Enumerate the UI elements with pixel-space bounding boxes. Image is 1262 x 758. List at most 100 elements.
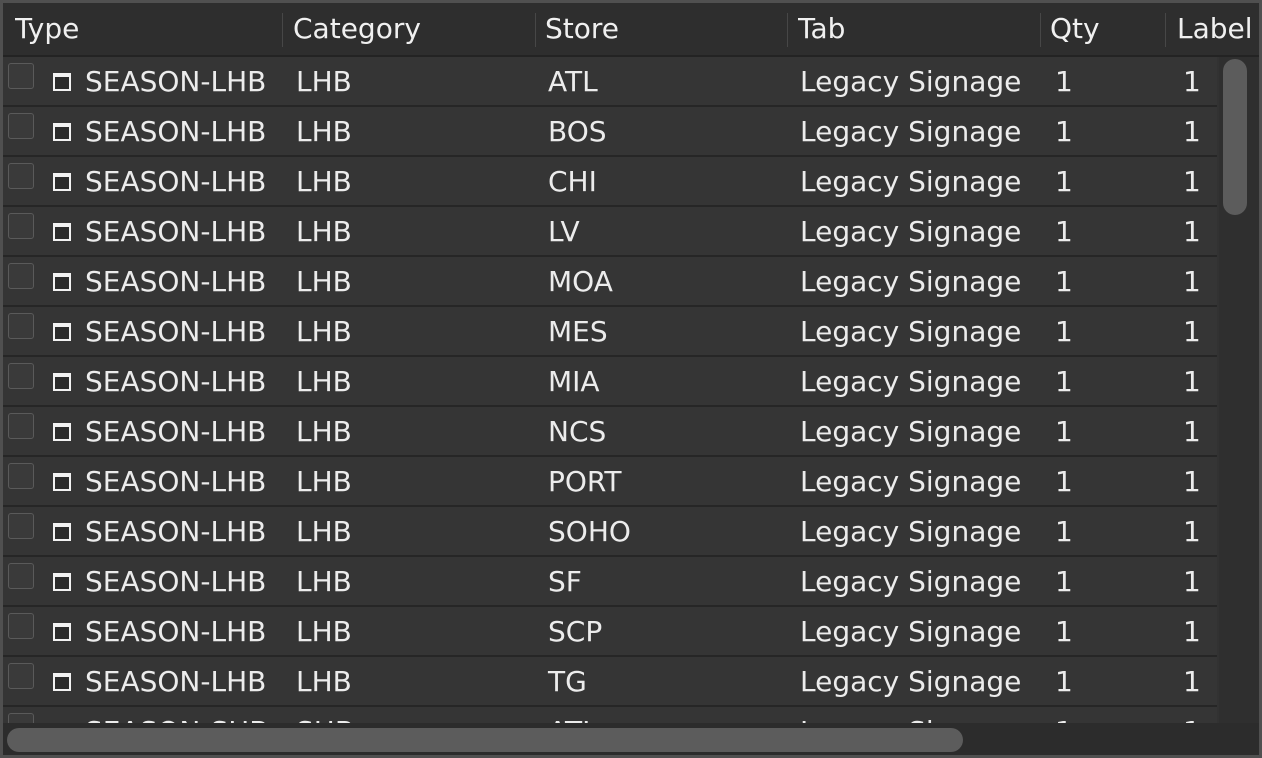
table-row[interactable]: SEASON-LHB LHB MES Legacy Signage 1 1	[3, 307, 1217, 357]
checkbox-icon[interactable]	[8, 563, 34, 589]
checkbox-icon[interactable]	[8, 213, 34, 239]
window-icon	[53, 373, 71, 391]
window-icon	[53, 73, 71, 91]
column-divider[interactable]	[787, 13, 788, 47]
column-divider[interactable]	[282, 13, 283, 47]
cell-qty: 1	[1055, 65, 1073, 98]
cell-category: LHB	[296, 215, 352, 248]
cell-category: LHB	[296, 465, 352, 498]
column-divider[interactable]	[1165, 13, 1166, 47]
cell-tab: Legacy Signage	[800, 165, 1022, 198]
table-row[interactable]: SEASON-LHB LHB ATL Legacy Signage 1 1	[3, 57, 1217, 107]
cell-store: ATL	[548, 707, 598, 723]
column-header-label[interactable]: Label	[1177, 3, 1259, 55]
cell-tab: Legacy Signage	[800, 65, 1022, 98]
cell-type: SEASON-LHB	[85, 665, 267, 698]
cell-store: PORT	[548, 465, 622, 498]
checkbox-icon[interactable]	[8, 163, 34, 189]
checkbox-icon[interactable]	[8, 713, 34, 723]
cell-label: 1	[1183, 665, 1201, 698]
cell-tab: Legacy Signage	[800, 465, 1022, 498]
cell-tab: Legacy Signage	[800, 115, 1022, 148]
cell-label: 1	[1183, 465, 1201, 498]
cell-store: MES	[548, 315, 608, 348]
cell-tab: Legacy Signage	[800, 665, 1022, 698]
vertical-scrollbar-thumb[interactable]	[1223, 59, 1247, 215]
table-row[interactable]: SEASON-LHB LHB SCP Legacy Signage 1 1	[3, 607, 1217, 657]
window-icon	[53, 173, 71, 191]
table-row[interactable]: SEASON-LHB LHB MOA Legacy Signage 1 1	[3, 257, 1217, 307]
cell-type: SEASON-LHB	[85, 265, 267, 298]
column-header-qty[interactable]: Qty	[1050, 3, 1162, 55]
window-icon	[53, 423, 71, 441]
cell-label: 1	[1183, 115, 1201, 148]
window-icon	[53, 223, 71, 241]
table-row[interactable]: SEASON-LHB LHB TG Legacy Signage 1 1	[3, 657, 1217, 707]
cell-label: 1	[1183, 565, 1201, 598]
data-table: Type Category Store Tab Qty Label SEASON…	[0, 0, 1262, 758]
table-row[interactable]: SEASON-LHB LHB NCS Legacy Signage 1 1	[3, 407, 1217, 457]
checkbox-icon[interactable]	[8, 613, 34, 639]
column-header-type[interactable]: Type	[15, 3, 275, 55]
table-row[interactable]: SEASON-LHB LHB SF Legacy Signage 1 1	[3, 557, 1217, 607]
checkbox-icon[interactable]	[8, 463, 34, 489]
checkbox-icon[interactable]	[8, 263, 34, 289]
cell-type: SEASON-LHB	[85, 315, 267, 348]
cell-store: MIA	[548, 365, 600, 398]
cell-qty: 1	[1055, 315, 1073, 348]
cell-type: SEASON-LHB	[85, 465, 267, 498]
column-header-category[interactable]: Category	[293, 3, 533, 55]
cell-qty: 1	[1055, 515, 1073, 548]
checkbox-icon[interactable]	[8, 663, 34, 689]
cell-qty: 1	[1055, 265, 1073, 298]
cell-type: SEASON-LHB	[85, 365, 267, 398]
column-divider[interactable]	[1040, 13, 1041, 47]
column-header-store[interactable]: Store	[545, 3, 785, 55]
table-row[interactable]: SEASON-LHB LHB CHI Legacy Signage 1 1	[3, 157, 1217, 207]
cell-label: 1	[1183, 215, 1201, 248]
checkbox-icon[interactable]	[8, 363, 34, 389]
cell-qty: 1	[1055, 165, 1073, 198]
window-icon	[53, 323, 71, 341]
cell-store: NCS	[548, 415, 607, 448]
cell-tab: Legacy Signage	[800, 315, 1022, 348]
cell-label: 1	[1183, 707, 1201, 723]
table-row[interactable]: SEASON-LHB LHB PORT Legacy Signage 1 1	[3, 457, 1217, 507]
horizontal-scrollbar-thumb[interactable]	[7, 728, 963, 752]
checkbox-icon[interactable]	[8, 113, 34, 139]
cell-category: SHB	[296, 707, 354, 723]
checkbox-icon[interactable]	[8, 313, 34, 339]
checkbox-icon[interactable]	[8, 513, 34, 539]
window-icon	[53, 623, 71, 641]
table-row[interactable]: SEASON-LHB LHB LV Legacy Signage 1 1	[3, 207, 1217, 257]
cell-tab: Legacy Signage	[800, 265, 1022, 298]
cell-store: MOA	[548, 265, 613, 298]
cell-category: LHB	[296, 315, 352, 348]
cell-store: SCP	[548, 615, 603, 648]
cell-category: LHB	[296, 515, 352, 548]
cell-tab: Legacy Signage	[800, 707, 1021, 723]
table-header: Type Category Store Tab Qty Label	[3, 3, 1259, 57]
cell-qty: 1	[1055, 215, 1073, 248]
window-icon	[53, 573, 71, 591]
column-header-tab[interactable]: Tab	[798, 3, 1038, 55]
cell-type: SEASON-SHB	[85, 707, 269, 723]
cell-category: LHB	[296, 265, 352, 298]
cell-category: LHB	[296, 365, 352, 398]
checkbox-icon[interactable]	[8, 413, 34, 439]
cell-label: 1	[1183, 65, 1201, 98]
cell-tab: Legacy Signage	[800, 365, 1022, 398]
cell-tab: Legacy Signage	[800, 565, 1022, 598]
cell-store: SF	[548, 565, 582, 598]
checkbox-icon[interactable]	[8, 63, 34, 89]
table-row[interactable]: SEASON-SHB SHB ATL Legacy Signage 1 1	[3, 707, 1217, 723]
table-row[interactable]: SEASON-LHB LHB MIA Legacy Signage 1 1	[3, 357, 1217, 407]
cell-qty: 1	[1055, 615, 1073, 648]
column-divider[interactable]	[535, 13, 536, 47]
table-row[interactable]: SEASON-LHB LHB SOHO Legacy Signage 1 1	[3, 507, 1217, 557]
window-icon	[53, 123, 71, 141]
table-row[interactable]: SEASON-LHB LHB BOS Legacy Signage 1 1	[3, 107, 1217, 157]
cell-category: LHB	[296, 565, 352, 598]
cell-category: LHB	[296, 615, 352, 648]
cell-qty: 1	[1055, 665, 1073, 698]
